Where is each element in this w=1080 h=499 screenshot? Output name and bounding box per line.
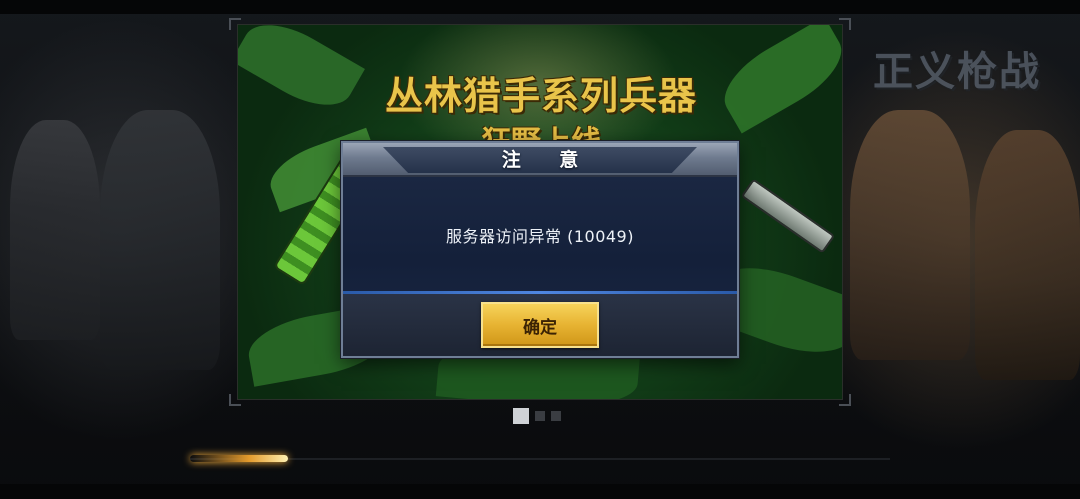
modal-overlay: 注 意 服务器访问异常 (10049) 确定 <box>0 0 1080 499</box>
dialog-message: 服务器访问异常 (10049) <box>446 227 634 246</box>
dialog-footer: 确定 <box>343 294 737 356</box>
alert-dialog: 注 意 服务器访问异常 (10049) 确定 <box>341 141 739 358</box>
dialog-header: 注 意 <box>343 143 737 177</box>
confirm-button[interactable]: 确定 <box>481 302 599 348</box>
dialog-title: 注 意 <box>501 149 595 171</box>
